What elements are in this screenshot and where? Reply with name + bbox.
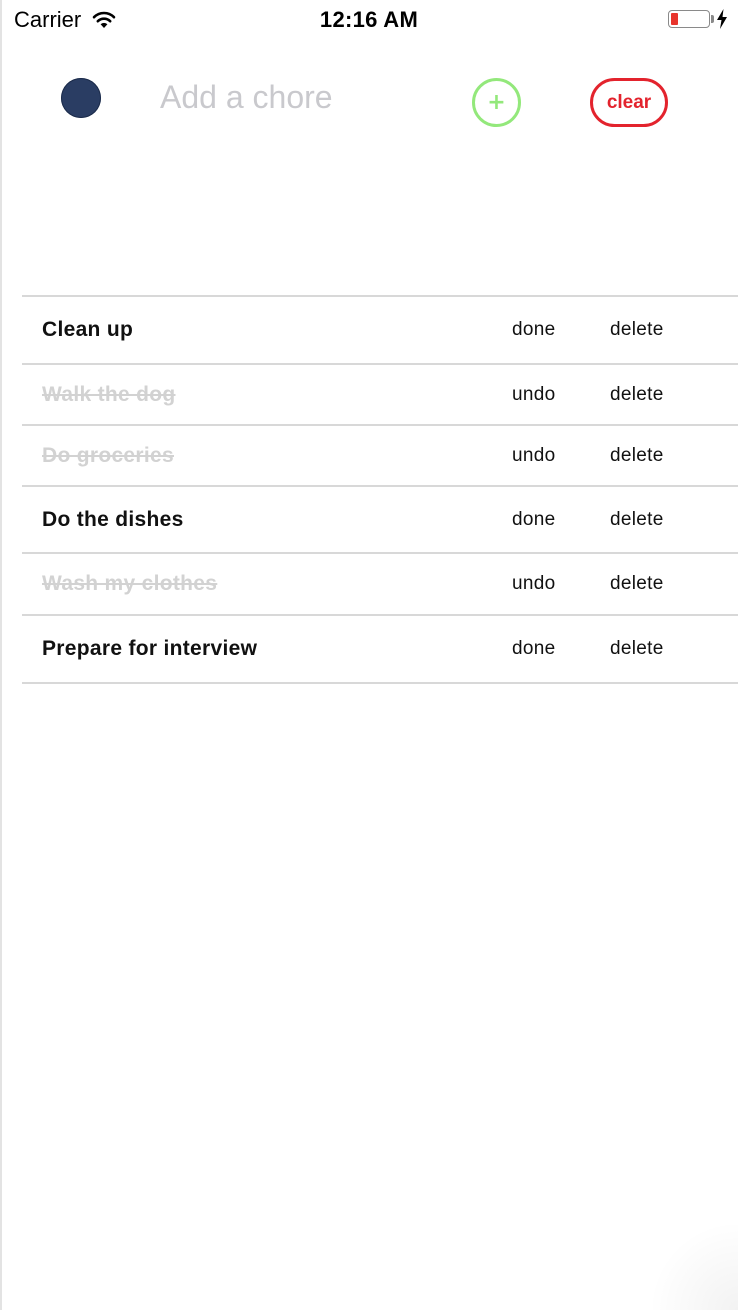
clear-button[interactable]: clear bbox=[590, 78, 668, 127]
avatar[interactable] bbox=[61, 78, 101, 118]
status-bar: Carrier 12:16 AM bbox=[0, 0, 738, 40]
screen-edge bbox=[0, 0, 2, 1310]
chore-title: Do groceries bbox=[42, 443, 174, 467]
chore-row: Do groceries undo delete bbox=[22, 426, 738, 487]
add-chore-input[interactable] bbox=[160, 74, 440, 120]
delete-button[interactable]: delete bbox=[610, 509, 664, 531]
status-time: 12:16 AM bbox=[319, 7, 419, 32]
chore-row: Prepare for interview done delete bbox=[22, 616, 738, 684]
chore-title: Walk the dog bbox=[42, 382, 176, 406]
delete-button[interactable]: delete bbox=[610, 384, 664, 406]
corner-shade bbox=[648, 1220, 738, 1310]
add-chore-button[interactable]: + bbox=[472, 78, 521, 127]
chore-row: Clean up done delete bbox=[22, 297, 738, 365]
chore-title: Prepare for interview bbox=[42, 637, 258, 660]
delete-button[interactable]: delete bbox=[610, 445, 664, 467]
charging-bolt-icon bbox=[716, 9, 728, 29]
chore-title: Clean up bbox=[42, 318, 134, 341]
chore-title: Do the dishes bbox=[42, 507, 184, 531]
chore-title: Wash my clothes bbox=[42, 572, 218, 595]
delete-button[interactable]: delete bbox=[610, 573, 664, 595]
chore-row: Wash my clothes undo delete bbox=[22, 554, 738, 616]
delete-button[interactable]: delete bbox=[610, 638, 664, 660]
chore-row: Do the dishes done delete bbox=[22, 487, 738, 554]
chore-list: Clean up done delete Walk the dog undo delete… bbox=[22, 295, 738, 684]
battery-icon bbox=[668, 10, 710, 28]
delete-button[interactable]: delete bbox=[610, 319, 664, 341]
undo-button[interactable]: undo bbox=[512, 384, 555, 406]
undo-button[interactable]: undo bbox=[512, 445, 555, 467]
undo-button[interactable]: undo bbox=[512, 573, 555, 595]
chore-row: Walk the dog undo delete bbox=[22, 365, 738, 426]
done-button[interactable]: done bbox=[512, 509, 555, 531]
battery-level bbox=[671, 13, 678, 25]
done-button[interactable]: done bbox=[512, 319, 555, 341]
done-button[interactable]: done bbox=[512, 638, 555, 660]
battery-nub bbox=[711, 15, 714, 23]
